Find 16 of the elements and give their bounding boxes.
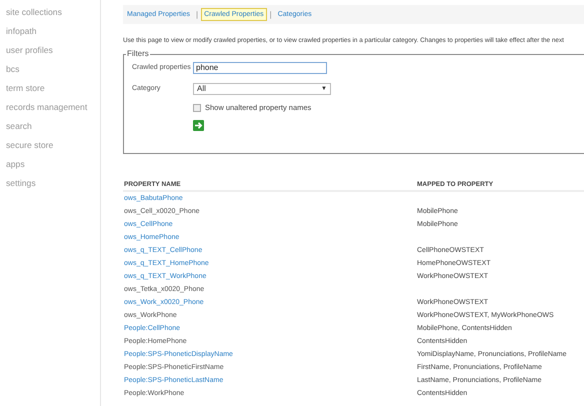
checkbox[interactable] [193, 104, 201, 112]
sidebar-item[interactable]: search [6, 117, 100, 136]
sidebar-item[interactable]: bcs [6, 60, 100, 79]
sidebar-item[interactable]: apps [6, 155, 100, 174]
filters-legend: Filters [126, 50, 150, 58]
sidebar-item[interactable]: site collections [6, 3, 100, 22]
separator: | [270, 8, 272, 20]
sidebar-item[interactable]: secure store [6, 136, 100, 155]
sidebar-item[interactable]: user profiles [6, 41, 100, 60]
go-arrow-icon[interactable] [193, 120, 204, 132]
separator: | [196, 8, 198, 20]
sidebar-item[interactable]: settings [6, 174, 100, 193]
crawled-properties-field[interactable]: phone [193, 62, 327, 74]
sidebar-item[interactable]: term store [6, 79, 100, 98]
sidebar-item[interactable]: infopath [6, 22, 100, 41]
sidebar-item[interactable]: records management [6, 98, 100, 117]
